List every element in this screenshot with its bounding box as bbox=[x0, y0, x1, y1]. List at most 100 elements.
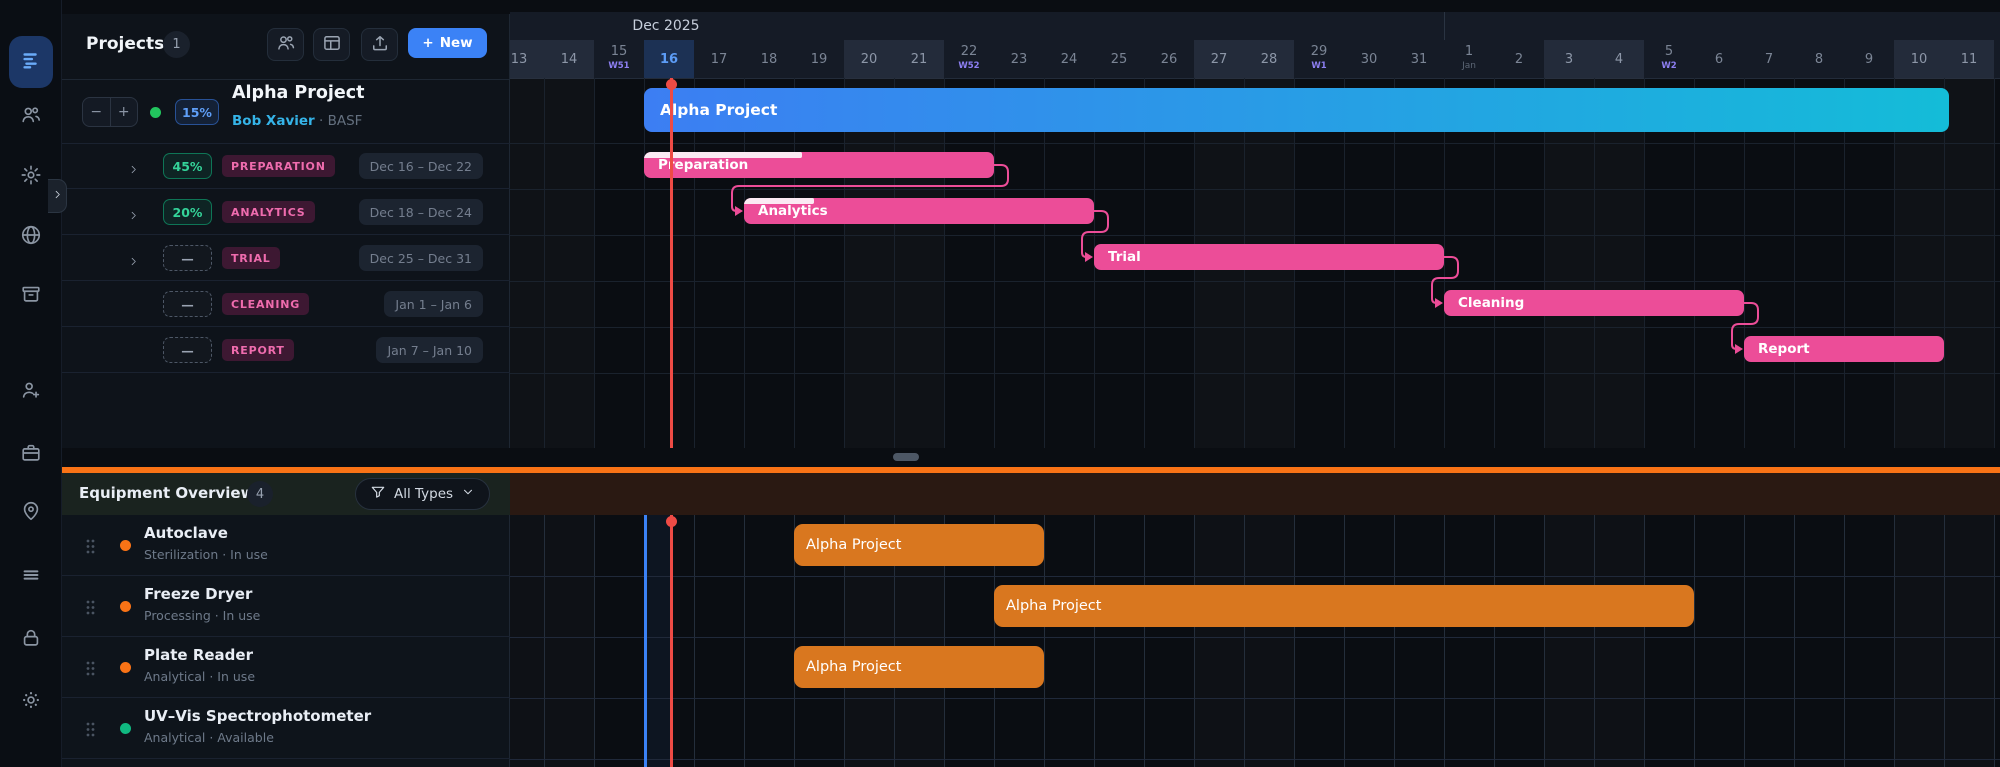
day-header-cell[interactable]: 19 bbox=[794, 40, 844, 78]
equipment-type-filter[interactable]: All Types bbox=[355, 478, 490, 510]
timeline-month-row bbox=[510, 12, 2000, 40]
sidebar-item-menu[interactable] bbox=[0, 555, 62, 599]
day-header-cell[interactable]: 15W51 bbox=[594, 40, 644, 78]
day-header-cell[interactable]: 14 bbox=[544, 40, 594, 78]
week-label: W2 bbox=[1661, 60, 1676, 73]
grid-line bbox=[510, 698, 2000, 699]
project-gantt-bar[interactable]: Alpha Project bbox=[644, 88, 1949, 132]
day-header-cell[interactable]: 8 bbox=[1794, 40, 1844, 78]
day-header-cell[interactable]: 4 bbox=[1594, 40, 1644, 78]
assignees-button[interactable] bbox=[267, 28, 304, 61]
sun-icon bbox=[20, 689, 42, 715]
day-header-cell[interactable]: 29W1 bbox=[1294, 40, 1344, 78]
task-row[interactable]: 20%ANALYTICSDec 18 – Dec 24 bbox=[62, 189, 510, 235]
day-header-cell[interactable]: 13 bbox=[510, 40, 544, 78]
equipment-row[interactable]: AutoclaveSterilization · In use bbox=[62, 515, 510, 576]
day-header-cell[interactable]: 6 bbox=[1694, 40, 1744, 78]
task-gantt-bar[interactable]: Cleaning bbox=[1444, 290, 1744, 316]
day-number: 10 bbox=[1911, 53, 1928, 66]
new-project-button[interactable]: + New bbox=[408, 28, 487, 58]
panel-expand-tab[interactable] bbox=[48, 179, 67, 213]
equipment-row[interactable]: UV–Vis SpectrophotometerAnalytical · Ava… bbox=[62, 698, 510, 759]
equipment-meta: Processing · In use bbox=[144, 608, 260, 623]
project-owner[interactable]: Bob Xavier bbox=[232, 113, 315, 129]
day-header-cell[interactable]: 21 bbox=[894, 40, 944, 78]
export-button[interactable] bbox=[361, 28, 398, 61]
collapse-button[interactable]: − bbox=[83, 98, 110, 126]
drag-handle[interactable] bbox=[86, 600, 95, 619]
day-header-cell[interactable]: 18 bbox=[744, 40, 794, 78]
sidebar-item-briefcase[interactable] bbox=[0, 433, 62, 477]
gantt-logo-icon bbox=[20, 49, 42, 75]
day-header-cell[interactable]: 1Jan bbox=[1444, 40, 1494, 78]
sidebar-item-lock[interactable] bbox=[0, 618, 62, 662]
day-header-cell[interactable]: 30 bbox=[1344, 40, 1394, 78]
day-header-cell[interactable]: 25 bbox=[1094, 40, 1144, 78]
project-status-dot bbox=[150, 107, 161, 118]
sidebar-item-archive[interactable] bbox=[0, 274, 62, 318]
day-number: 25 bbox=[1111, 53, 1128, 66]
user-plus-icon bbox=[20, 379, 42, 405]
day-header-cell[interactable]: 22W52 bbox=[944, 40, 994, 78]
section-resize-divider[interactable] bbox=[62, 467, 2000, 473]
day-header-cell[interactable]: 17 bbox=[694, 40, 744, 78]
day-header-cell[interactable]: 23 bbox=[994, 40, 1044, 78]
grid-line bbox=[594, 78, 595, 448]
task-progress-strip bbox=[644, 152, 802, 158]
sidebar-item-gantt-logo[interactable] bbox=[0, 40, 62, 84]
day-header-cell[interactable]: 31 bbox=[1394, 40, 1444, 78]
horizontal-scrollbar-thumb[interactable] bbox=[893, 453, 919, 461]
equipment-row[interactable]: Freeze DryerProcessing · In use bbox=[62, 576, 510, 637]
task-gantt-bar[interactable]: Trial bbox=[1094, 244, 1444, 270]
day-header-cell[interactable]: 9 bbox=[1844, 40, 1894, 78]
layout-button[interactable] bbox=[313, 28, 350, 61]
equipment-usage-bar[interactable]: Alpha Project bbox=[794, 524, 1044, 566]
equipment-name: Autoclave bbox=[144, 524, 228, 542]
day-header-cell[interactable]: 24 bbox=[1044, 40, 1094, 78]
day-header-cell[interactable]: 27 bbox=[1194, 40, 1244, 78]
grid-line bbox=[510, 327, 2000, 328]
sidebar-item-globe[interactable] bbox=[0, 215, 62, 259]
day-header-cell[interactable]: 10 bbox=[1894, 40, 1944, 78]
drag-handle[interactable] bbox=[86, 661, 95, 680]
grid-line bbox=[1494, 515, 1495, 767]
grid-line bbox=[744, 78, 745, 448]
task-row[interactable]: 45%PREPARATIONDec 16 – Dec 22 bbox=[62, 143, 510, 189]
grid-line bbox=[1844, 515, 1845, 767]
sidebar-item-map-pin[interactable] bbox=[0, 491, 62, 535]
day-header-cell[interactable]: 11 bbox=[1944, 40, 1994, 78]
grid-line bbox=[1044, 78, 1045, 448]
grid-line bbox=[1644, 515, 1645, 767]
day-number: 27 bbox=[1211, 53, 1228, 66]
day-header-cell[interactable]: 7 bbox=[1744, 40, 1794, 78]
task-expand-chevron[interactable] bbox=[128, 252, 139, 271]
task-expand-chevron[interactable] bbox=[128, 206, 139, 225]
expand-button[interactable]: + bbox=[111, 98, 138, 126]
day-header-cell[interactable]: 5W2 bbox=[1644, 40, 1694, 78]
task-expand-chevron[interactable] bbox=[128, 160, 139, 179]
sidebar-item-user-plus[interactable] bbox=[0, 370, 62, 414]
nav-sidebar bbox=[0, 0, 62, 767]
task-row[interactable]: —REPORTJan 7 – Jan 10 bbox=[62, 327, 510, 373]
grid-line bbox=[1994, 515, 1995, 767]
task-row[interactable]: —TRIALDec 25 – Dec 31 bbox=[62, 235, 510, 281]
task-gantt-bar[interactable]: Preparation bbox=[644, 152, 994, 178]
task-progress-badge: — bbox=[163, 337, 212, 363]
equipment-usage-bar[interactable]: Alpha Project bbox=[994, 585, 1694, 627]
task-row[interactable]: —CLEANINGJan 1 – Jan 6 bbox=[62, 281, 510, 327]
day-number: 1 bbox=[1465, 45, 1473, 58]
drag-handle[interactable] bbox=[86, 722, 95, 741]
day-header-cell[interactable]: 26 bbox=[1144, 40, 1194, 78]
day-header-cell[interactable]: 3 bbox=[1544, 40, 1594, 78]
day-header-cell[interactable]: 2 bbox=[1494, 40, 1544, 78]
task-gantt-bar[interactable]: Report bbox=[1744, 336, 1944, 362]
equipment-usage-bar[interactable]: Alpha Project bbox=[794, 646, 1044, 688]
equipment-row[interactable]: Plate ReaderAnalytical · In use bbox=[62, 637, 510, 698]
day-header-cell[interactable]: 16 bbox=[644, 40, 694, 78]
task-gantt-bar[interactable]: Analytics bbox=[744, 198, 1094, 224]
day-header-cell[interactable]: 20 bbox=[844, 40, 894, 78]
sidebar-item-sun[interactable] bbox=[0, 680, 62, 724]
drag-handle[interactable] bbox=[86, 539, 95, 558]
day-header-cell[interactable]: 28 bbox=[1244, 40, 1294, 78]
sidebar-item-users[interactable] bbox=[0, 95, 62, 139]
